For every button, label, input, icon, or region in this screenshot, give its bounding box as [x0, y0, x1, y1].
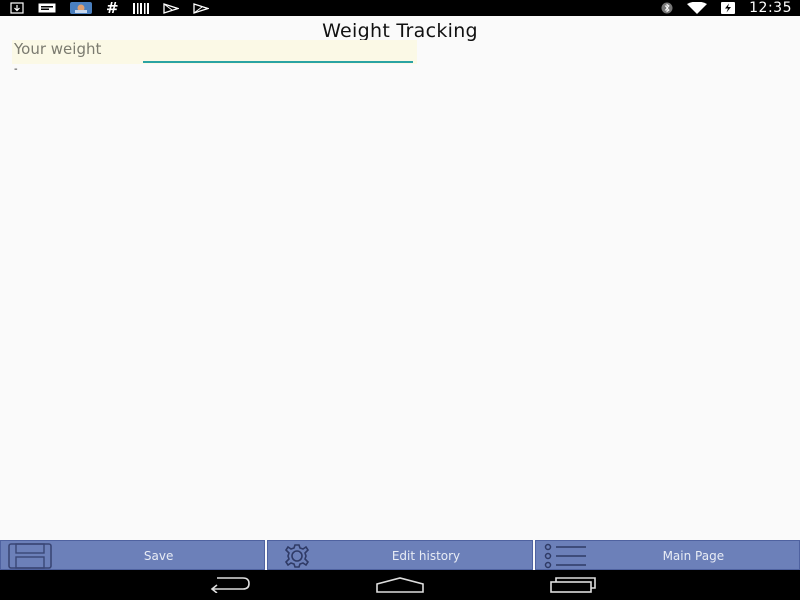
home-icon[interactable]: [375, 575, 425, 595]
barcode-icon: [132, 2, 149, 14]
status-bar: # 12:35: [0, 0, 800, 16]
battery-charging-icon: [721, 2, 736, 14]
recent-apps-icon[interactable]: [548, 575, 598, 595]
play-store-icon: [162, 2, 179, 14]
edit-history-label: Edit history: [391, 549, 461, 563]
weight-input[interactable]: [143, 42, 413, 63]
navigation-bar: [0, 570, 800, 600]
wifi-icon: [687, 2, 708, 14]
list-icon: [542, 543, 588, 569]
main-page-label: Main Page: [662, 549, 725, 563]
page-title: Weight Tracking: [322, 20, 478, 42]
weight-label: Your weight: [14, 40, 102, 58]
floppy-disk-icon: [7, 543, 53, 569]
notification-icons: #: [10, 0, 209, 16]
play-store-icon: [192, 2, 209, 14]
weight-row: Your weight: [12, 40, 417, 64]
save-button[interactable]: Save: [0, 540, 266, 570]
back-icon[interactable]: [205, 575, 255, 595]
weight-value-display: -: [14, 64, 18, 75]
save-label: Save: [143, 549, 174, 563]
download-icon: [10, 2, 24, 14]
gear-icon: [274, 543, 320, 569]
message-icon: [38, 3, 56, 13]
clock: 12:35: [749, 0, 792, 16]
edit-history-button[interactable]: Edit history: [267, 540, 533, 570]
main-page-button[interactable]: Main Page: [534, 540, 800, 570]
bluetooth-icon: [661, 2, 673, 14]
system-icons: 12:35: [661, 0, 792, 16]
bottom-action-bar: Save Edit history Main Page: [0, 540, 800, 570]
app-thumbnail-icon: [70, 2, 92, 14]
hash-icon: #: [106, 0, 119, 17]
